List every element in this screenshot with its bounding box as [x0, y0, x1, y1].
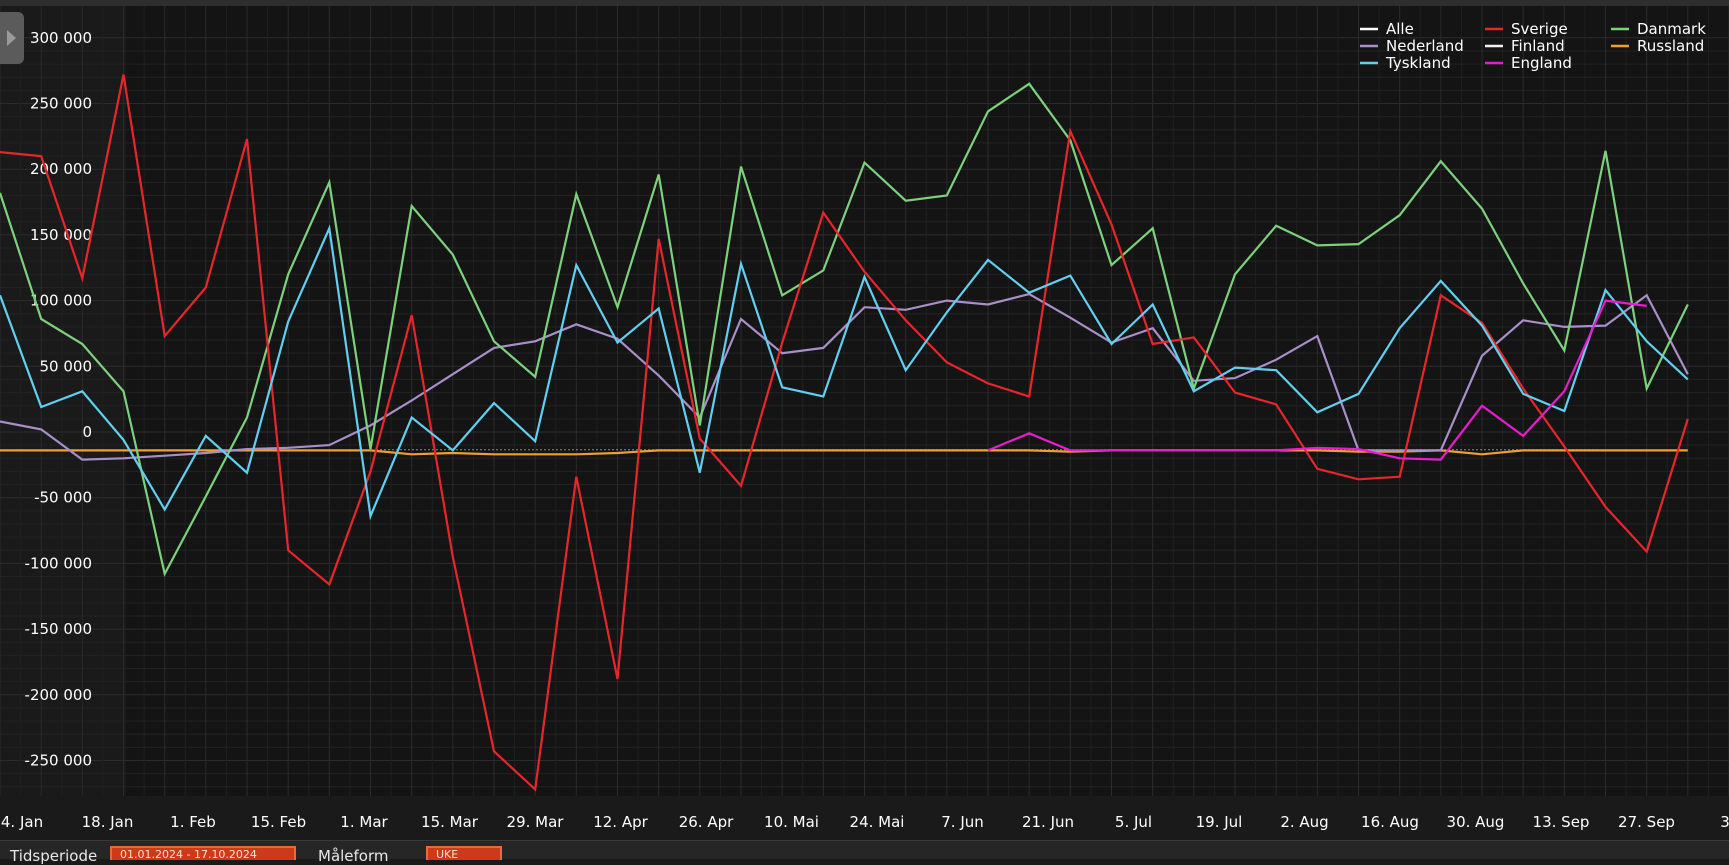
y-tick-label: -50 000: [34, 489, 92, 507]
chevron-right-icon: [7, 30, 16, 46]
legend-label[interactable]: Alle: [1386, 20, 1414, 38]
x-tick-label: 30. Aug: [1447, 813, 1505, 831]
y-tick-label: 100 000: [30, 292, 92, 310]
legend-label[interactable]: Tyskland: [1385, 54, 1451, 72]
legend-label[interactable]: Russland: [1637, 37, 1704, 55]
top-strip: [0, 0, 1729, 6]
y-tick-label: 50 000: [40, 357, 93, 375]
y-tick-label: 300 000: [30, 29, 92, 47]
y-tick-label: -250 000: [25, 752, 92, 770]
x-tick-label: 1. Feb: [170, 813, 216, 831]
y-tick-label: 0: [82, 423, 92, 441]
y-tick-label: 200 000: [30, 160, 92, 178]
legend-label[interactable]: Danmark: [1637, 20, 1706, 38]
x-tick-label: 2. Aug: [1280, 813, 1328, 831]
x-tick-label: 27. Sep: [1618, 813, 1675, 831]
x-tick-label: 15. Mar: [421, 813, 479, 831]
x-tick-label: 5. Jul: [1115, 813, 1152, 831]
x-tick-label: 1. Mar: [340, 813, 388, 831]
legend-label[interactable]: Nederland: [1386, 37, 1464, 55]
bottom-toolbar: Tidsperiode 01.01.2024 - 17.10.2024 Måle…: [0, 840, 1729, 865]
plot-area: [126, 6, 1729, 796]
period-label: Tidsperiode: [10, 847, 98, 865]
panel-toggle-button[interactable]: [0, 12, 24, 64]
x-tick-label: 10. Mai: [764, 813, 819, 831]
x-axis: 4. Jan 18. Jan 1. Feb 15. Feb 1. Mar 15. Mar 2…: [1, 813, 1729, 831]
y-tick-label: 150 000: [30, 226, 92, 244]
y-tick-label: -150 000: [25, 620, 92, 638]
x-tick-label: 26. Apr: [679, 813, 734, 831]
y-tick-label: -100 000: [25, 554, 92, 572]
legend-label[interactable]: England: [1511, 54, 1572, 72]
x-tick-label: 12. Apr: [593, 813, 648, 831]
measure-label: Måleform: [318, 847, 389, 865]
x-tick-label: 29. Mar: [507, 813, 565, 831]
x-tick-label: 24. Mai: [850, 813, 905, 831]
x-tick-label: 13. Sep: [1533, 813, 1590, 831]
x-tick-label: 16. Aug: [1361, 813, 1419, 831]
legend-label[interactable]: Finland: [1511, 37, 1565, 55]
x-tick-label: 4. Jan: [1, 813, 43, 831]
x-tick-label: 3. J: [1720, 813, 1729, 831]
x-tick-label: 18. Jan: [82, 813, 134, 831]
x-tick-label: 21. Jun: [1022, 813, 1074, 831]
x-tick-label: 15. Feb: [251, 813, 306, 831]
x-tick-label: 19. Jul: [1196, 813, 1243, 831]
chart: 300 000 250 000 200 000 150 000 100 000 50 00…: [0, 0, 1729, 831]
y-tick-label: -200 000: [25, 686, 92, 704]
legend-label[interactable]: Sverige: [1511, 20, 1568, 38]
y-tick-label: 250 000: [30, 95, 92, 113]
x-tick-label: 7. Jun: [941, 813, 984, 831]
